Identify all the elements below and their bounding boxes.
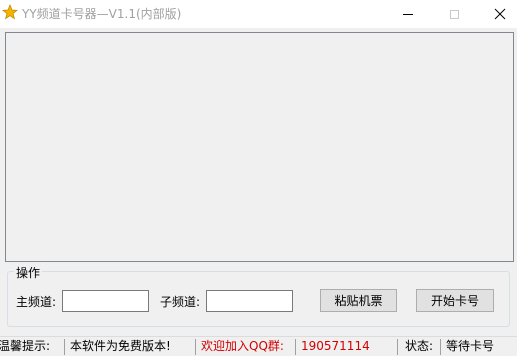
window-title: YY频道卡号器—V1.1(内部版) <box>22 7 182 21</box>
app-window: YY频道卡号器—V1.1(内部版) 操作 主频道: 子频道: 粘贴机票 开始卡号… <box>0 0 517 356</box>
status-bar: 温馨提示: 本软件为免费版本! 欢迎加入QQ群: 190571114 状态: 等… <box>0 336 517 356</box>
main-channel-label: 主频道: <box>16 295 57 309</box>
title-bar[interactable]: YY频道卡号器—V1.1(内部版) <box>0 0 517 28</box>
qq-group-number: 190571114 <box>301 339 370 353</box>
status-separator <box>440 339 441 355</box>
close-button[interactable] <box>477 0 517 28</box>
status-label: 状态: <box>405 339 434 353</box>
status-tip-label: 温馨提示: <box>0 339 51 353</box>
sub-channel-input[interactable] <box>206 290 293 312</box>
status-value: 等待卡号 <box>446 339 495 353</box>
minimize-button[interactable] <box>385 0 431 28</box>
maximize-button[interactable] <box>431 0 477 28</box>
sub-channel-label: 子频道: <box>160 295 201 309</box>
star-icon <box>1 3 19 20</box>
paste-ticket-button[interactable]: 粘贴机票 <box>320 289 397 312</box>
status-separator <box>195 339 196 355</box>
maximize-icon <box>449 9 459 19</box>
status-separator <box>397 339 398 355</box>
status-separator <box>64 339 65 355</box>
main-channel-input[interactable] <box>62 290 149 312</box>
operation-group-legend: 操作 <box>14 264 43 281</box>
close-icon <box>494 8 506 20</box>
minimize-icon <box>403 13 413 15</box>
start-button[interactable]: 开始卡号 <box>416 289 494 312</box>
log-panel[interactable] <box>5 32 514 262</box>
status-tip-text: 本软件为免费版本! <box>70 339 171 353</box>
qq-group-label: 欢迎加入QQ群: <box>201 339 284 353</box>
status-separator <box>295 339 296 355</box>
